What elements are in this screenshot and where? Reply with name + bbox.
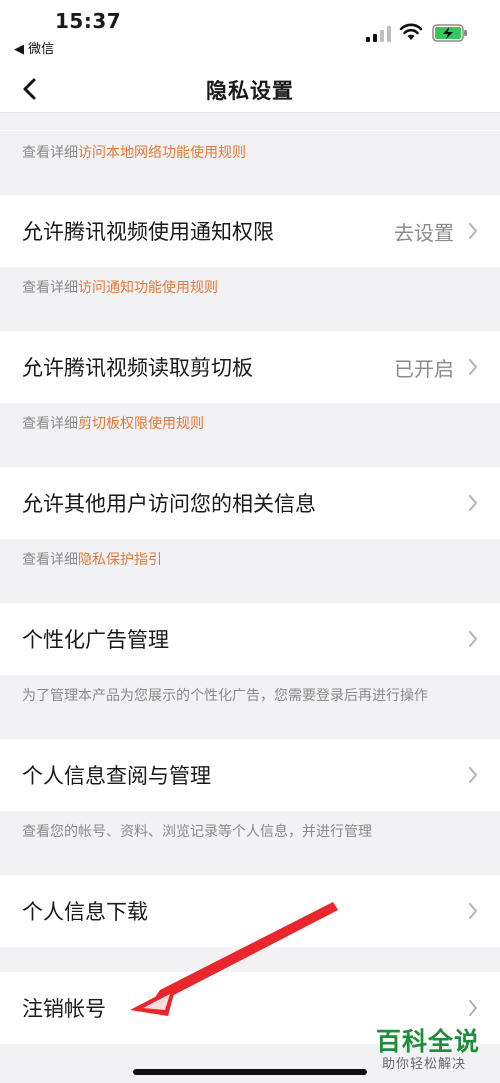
row-label: 注销帐号 (22, 997, 106, 1021)
chevron-right-icon (469, 767, 478, 783)
clipboard-row[interactable]: 允许腾讯视频读取剪切板 已开启 (0, 331, 500, 403)
personal-info-download-row[interactable]: 个人信息下载 (0, 875, 500, 947)
clipboard-rules-link[interactable]: 剪切板权限使用规则 (78, 416, 204, 432)
row-label: 允许腾讯视频使用通知权限 (22, 220, 274, 244)
back-to-wechat-link[interactable]: ◀ 微信 (14, 38, 54, 57)
status-bar: 15:37 ◀ 微信 (0, 0, 500, 66)
section-gap (0, 113, 500, 130)
chevron-right-icon (469, 1000, 478, 1016)
note-notification: 查看详细访问通知功能使用规则 (22, 280, 218, 296)
note-privacy: 查看详细隐私保护指引 (22, 552, 162, 568)
chevron-right-icon (469, 359, 478, 375)
row-value: 去设置 (394, 221, 454, 245)
row-label: 允许其他用户访问您的相关信息 (22, 492, 316, 516)
personal-info-row[interactable]: 个人信息查阅与管理 (0, 739, 500, 811)
personalized-ads-row[interactable]: 个性化广告管理 (0, 603, 500, 675)
note-clipboard: 查看详细剪切板权限使用规则 (22, 416, 204, 432)
note-block: 为了管理本产品为您展示的个性化广告，您需要登录后再进行操作 (0, 675, 500, 739)
note-personal-info: 查看您的帐号、资料、浏览记录等个人信息，并进行管理 (22, 824, 372, 840)
local-network-rules-link[interactable]: 访问本地网络功能使用规则 (78, 145, 246, 161)
note-block: 查看您的帐号、资料、浏览记录等个人信息，并进行管理 (0, 811, 500, 875)
status-time: 15:37 (55, 9, 122, 33)
chevron-right-icon (469, 495, 478, 511)
row-label: 个性化广告管理 (22, 628, 169, 652)
battery-charging-icon (432, 24, 467, 42)
row-label: 允许腾讯视频读取剪切板 (22, 356, 253, 380)
chevron-right-icon (469, 631, 478, 647)
navigation-bar: 隐私设置 (0, 66, 500, 113)
chevron-right-icon (469, 903, 478, 919)
watermark-logo: 百科全说 助你轻松解决 (370, 1020, 494, 1078)
notification-permission-row[interactable]: 允许腾讯视频使用通知权限 去设置 (0, 195, 500, 267)
chevron-right-icon (469, 223, 478, 239)
note-ads: 为了管理本产品为您展示的个性化广告，您需要登录后再进行操作 (22, 688, 428, 704)
home-indicator (133, 1069, 367, 1075)
note-block: 查看详细访问通知功能使用规则 (0, 267, 500, 331)
note-block: 查看详细剪切板权限使用规则 (0, 403, 500, 467)
privacy-guide-link[interactable]: 隐私保护指引 (78, 552, 162, 568)
cellular-signal-icon (366, 26, 391, 42)
row-value: 已开启 (394, 357, 454, 381)
page-title: 隐私设置 (206, 79, 294, 103)
note-block: 查看详细隐私保护指引 (0, 539, 500, 603)
watermark-subtitle: 助你轻松解决 (382, 1057, 467, 1072)
notification-rules-link[interactable]: 访问通知功能使用规则 (78, 280, 218, 296)
others-access-row[interactable]: 允许其他用户访问您的相关信息 (0, 467, 500, 539)
note-local-network: 查看详细访问本地网络功能使用规则 (22, 145, 246, 161)
row-label: 个人信息下载 (22, 900, 148, 924)
wifi-icon (399, 23, 423, 40)
row-label: 个人信息查阅与管理 (22, 764, 211, 788)
